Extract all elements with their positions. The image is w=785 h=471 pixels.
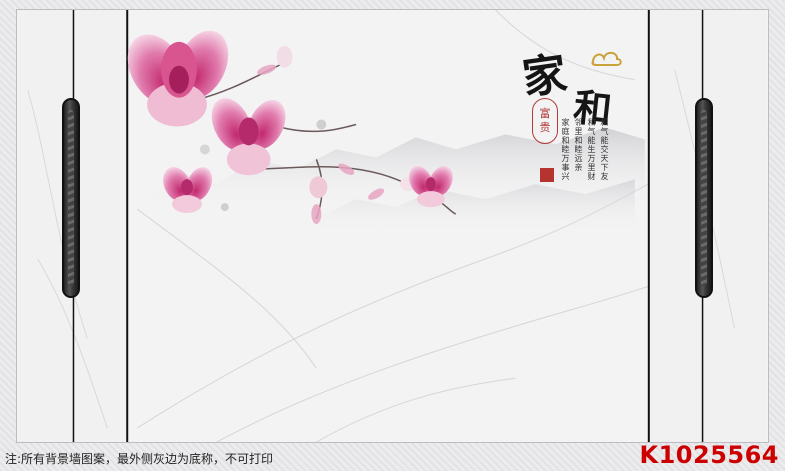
poem-column: 和气能生万里财 bbox=[587, 118, 596, 181]
red-square-seal bbox=[540, 168, 554, 182]
poem-column: 家庭和睦万事兴 bbox=[561, 118, 570, 181]
product-code: K1025564 bbox=[639, 441, 779, 469]
poem-column: 邻里和睦远亲 bbox=[574, 118, 583, 172]
fugui-seal: 富 贵 bbox=[532, 98, 558, 144]
calligraphy-title: 家 和 富 贵 和气能交天下友 和气能生万里财 邻里和睦远亲 家庭和睦万事兴 bbox=[519, 40, 632, 200]
print-note-caption: 注:所有背景墙图案，最外侧灰边为底称，不可打印 bbox=[5, 452, 274, 466]
marble-background bbox=[17, 10, 768, 442]
left-panel-handle bbox=[62, 98, 80, 298]
poem-text: 和气能交天下友 和气能生万里财 邻里和睦远亲 家庭和睦万事兴 bbox=[560, 118, 610, 181]
seal-char-gui: 贵 bbox=[539, 121, 551, 134]
title-char-jia: 家 bbox=[519, 48, 570, 105]
poem-column: 和气能交天下友 bbox=[600, 118, 609, 181]
mural-artwork: 家 和 富 贵 和气能交天下友 和气能生万里财 邻里和睦远亲 家庭和睦万事兴 bbox=[16, 9, 769, 443]
gold-cloud-icon bbox=[591, 51, 622, 66]
seal-char-fu: 富 bbox=[539, 107, 551, 120]
right-panel-handle bbox=[695, 98, 713, 298]
